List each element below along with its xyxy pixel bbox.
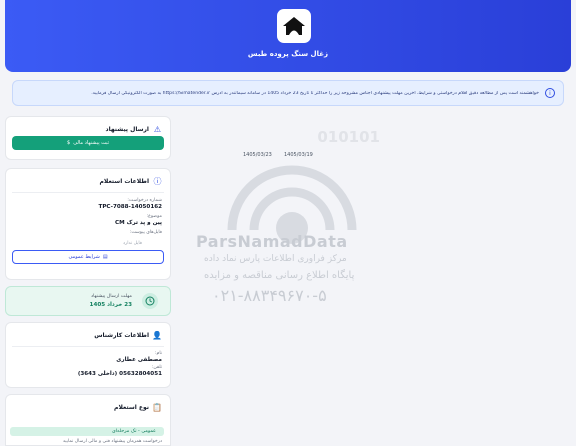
type-badge-wrap: عمومی - تک مرحله‌ای bbox=[6, 417, 170, 436]
submit-financial-offer-button[interactable]: ثبت پیشنهاد مالی $ bbox=[12, 136, 164, 150]
notice-banner: i خواهشمند است پس از مطالعه دقیق اقلام د… bbox=[12, 80, 564, 106]
inquiry-card: ⓘ اطلاعات استعلام شماره درخواست: TPC-708… bbox=[5, 168, 171, 280]
type-note: درخواست همزمان پیشنهاد فنی و مالی ارسال … bbox=[62, 439, 162, 444]
watermark-line2: پایگاه اطلاع رسانی مناقصه و مزایده bbox=[204, 270, 355, 281]
info-circle-icon: ⓘ bbox=[153, 177, 162, 186]
general-conditions-button[interactable]: ▤ شرایط عمومی bbox=[12, 250, 164, 264]
document-icon: ▤ bbox=[102, 254, 108, 260]
info-icon: i bbox=[545, 88, 555, 98]
watermark-line1: مرکز فراوری اطلاعات پارس نماد داده bbox=[204, 254, 347, 264]
clock-icon bbox=[142, 293, 158, 309]
deadline-box: مهلت ارسال پیشنهاد 23 خرداد 1405 bbox=[5, 286, 171, 316]
deadline-value: 23 خرداد 1405 bbox=[89, 302, 132, 308]
inquiry-card-title: اطلاعات استعلام bbox=[99, 178, 149, 185]
type-card-title: نوع استعلام bbox=[114, 404, 149, 411]
subject-value: پین و پد ترک CM bbox=[115, 220, 162, 226]
dollar-icon: $ bbox=[67, 140, 71, 146]
watermark-brand: ParsNamadData bbox=[196, 232, 348, 251]
page-title: زغال سنگ پروده طبس bbox=[247, 50, 329, 58]
inquiry-type-badge: عمومی - تک مرحله‌ای bbox=[10, 427, 164, 436]
expert-name-value: مصطفی عطاری bbox=[116, 357, 162, 363]
watermark-phone: ۰۲۱-۸۸۳۴۹۶۷۰-۵ bbox=[212, 286, 327, 305]
type-card-header: 📋 نوع استعلام bbox=[6, 395, 170, 412]
house-logo-icon bbox=[283, 17, 305, 35]
app-header: زغال سنگ پروده طبس bbox=[5, 0, 571, 72]
deadline-label: مهلت ارسال پیشنهاد bbox=[90, 294, 132, 299]
no-file-text: فایل ندارد bbox=[122, 241, 142, 246]
submit-card: ⚠ ارسال پیشنهاد ثبت پیشنهاد مالی $ bbox=[5, 116, 171, 160]
expert-card: 👤 اطلاعات کارشناس نام: مصطفی عطاری تلفن:… bbox=[5, 322, 171, 388]
clipboard-icon: 📋 bbox=[152, 403, 162, 412]
inquiry-type-card: 📋 نوع استعلام عمومی - تک مرحله‌ای درخواس… bbox=[5, 394, 171, 446]
expert-card-title: اطلاعات کارشناس bbox=[94, 332, 149, 339]
expert-phone-value: 05632804051 (داخلی 3643) bbox=[77, 371, 162, 377]
inquiry-card-header: ⓘ اطلاعات استعلام bbox=[6, 169, 170, 186]
submit-card-header: ⚠ ارسال پیشنهاد bbox=[6, 117, 170, 134]
divider bbox=[12, 192, 164, 193]
attachments-label: فایل‌های پیوست: bbox=[129, 230, 162, 235]
submit-card-title: ارسال پیشنهاد bbox=[105, 126, 149, 133]
expert-card-header: 👤 اطلاعات کارشناس bbox=[6, 323, 170, 340]
conditions-button-label: شرایط عمومی bbox=[68, 254, 100, 260]
divider bbox=[12, 346, 164, 347]
submit-button-label: ثبت پیشنهاد مالی bbox=[73, 140, 109, 146]
user-icon: 👤 bbox=[152, 331, 162, 340]
notice-text: خواهشمند است پس از مطالعه دقیق اقلام درخ… bbox=[91, 90, 539, 96]
request-no-value: TPC-7088-14050162 bbox=[98, 204, 163, 210]
warning-icon: ⚠ bbox=[153, 125, 162, 134]
company-logo bbox=[277, 9, 311, 43]
